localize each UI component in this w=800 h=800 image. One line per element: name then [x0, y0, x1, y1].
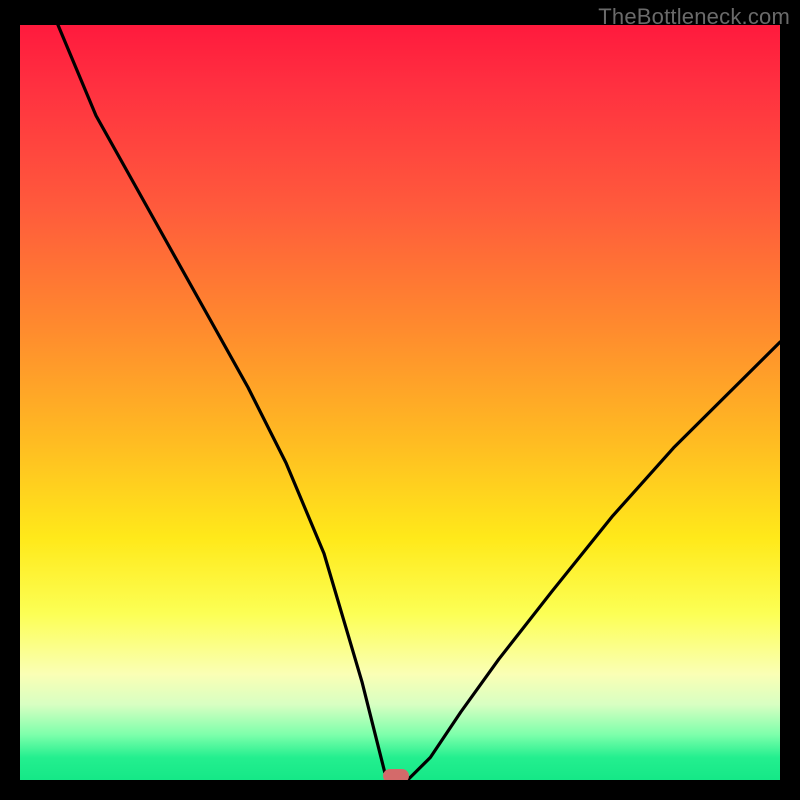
minimum-marker [383, 769, 409, 780]
chart-frame: TheBottleneck.com [0, 0, 800, 800]
bottleneck-curve [20, 25, 780, 780]
watermark-text: TheBottleneck.com [598, 4, 790, 30]
plot-area [20, 25, 780, 780]
